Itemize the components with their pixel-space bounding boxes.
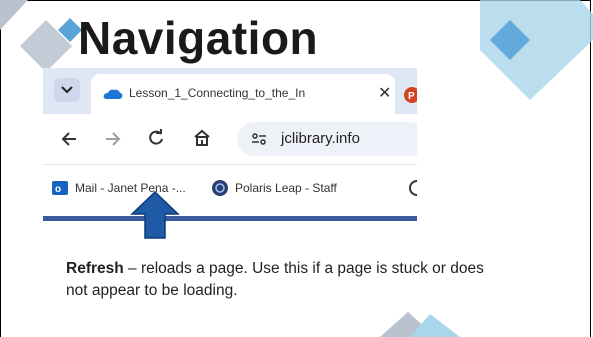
browser-toolbar: jclibrary.info [43, 114, 417, 164]
globe-icon[interactable] [409, 180, 417, 196]
decorative-diamond-top-right [480, 0, 593, 100]
tab-title: Lesson_1_Connecting_to_the_In [129, 86, 306, 100]
back-arrow-icon[interactable] [61, 132, 77, 146]
page-title: Navigation [78, 12, 319, 64]
tab-strip: Lesson_1_Connecting_to_the_In ✕ P [43, 68, 417, 114]
page-banner-line [43, 216, 417, 221]
caption-definition: – reloads a page. Use this if a page is … [66, 260, 484, 299]
onedrive-cloud-icon [103, 89, 123, 99]
tab-close-icon[interactable]: ✕ [378, 83, 391, 103]
svg-text:P: P [408, 91, 415, 102]
forward-arrow-icon[interactable] [105, 132, 121, 146]
refresh-description: Refresh – reloads a page. Use this if a … [66, 258, 496, 302]
bookmark-polaris[interactable]: Polaris Leap - Staff [235, 181, 337, 195]
outlook-icon: o [52, 181, 68, 195]
tab-lesson[interactable]: Lesson_1_Connecting_to_the_In ✕ [91, 74, 395, 114]
pointer-arrow [130, 190, 180, 239]
address-bar[interactable]: jclibrary.info [237, 122, 417, 156]
powerpoint-icon[interactable]: P [403, 86, 417, 104]
chevron-down-icon [61, 86, 73, 94]
polaris-icon [212, 180, 228, 196]
slide: Navigation Lesson_1_Connecting_to_the_In… [0, 0, 593, 337]
browser-screenshot: Lesson_1_Connecting_to_the_In ✕ P jclibr… [43, 68, 417, 230]
bookmarks-bar: o Mail - Janet Pena -... Polaris Leap - … [43, 164, 417, 215]
caption-term: Refresh [66, 260, 124, 277]
url-text: jclibrary.info [281, 130, 360, 147]
page-content-strip [43, 214, 417, 230]
tab-search-button[interactable] [54, 78, 80, 102]
site-settings-icon[interactable] [251, 132, 267, 146]
decorative-diamond-bottom [380, 312, 460, 337]
home-icon[interactable] [193, 129, 211, 147]
svg-text:o: o [55, 184, 61, 195]
refresh-icon[interactable] [147, 129, 165, 147]
